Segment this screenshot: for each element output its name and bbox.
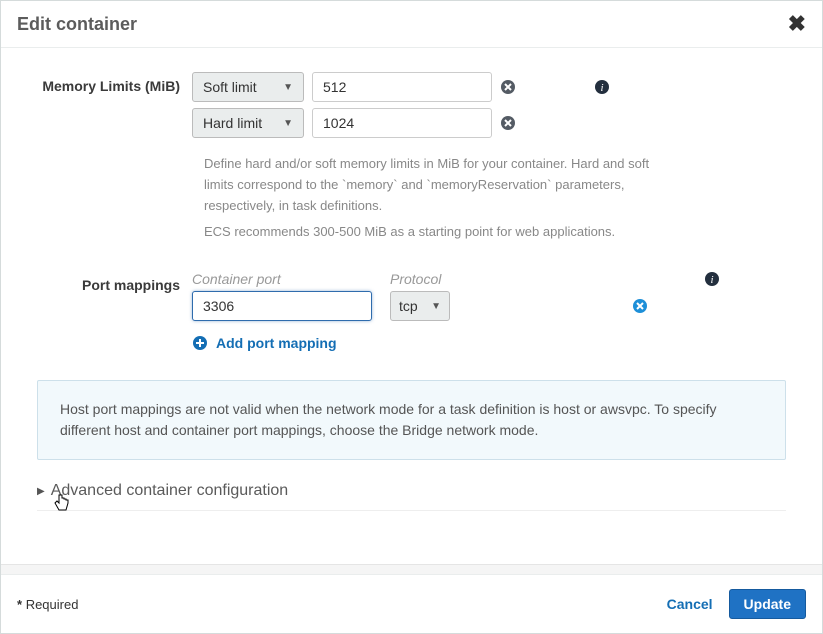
required-note: * Required [17, 597, 78, 612]
advanced-config-section[interactable]: ▶ Advanced container configuration [37, 478, 786, 511]
svg-text:i: i [600, 82, 603, 94]
memory-help-text: Define hard and/or soft memory limits in… [204, 154, 674, 243]
chevron-right-icon: ▶ [37, 486, 45, 497]
modal-footer: * Required Cancel Update [1, 574, 822, 633]
soft-limit-select-label: Soft limit [203, 79, 257, 95]
port-mappings-row: Port mappings Container port Protocol i … [37, 271, 786, 354]
caret-down-icon: ▼ [431, 301, 441, 312]
horizontal-scrollbar[interactable] [1, 564, 822, 574]
protocol-header: Protocol [390, 271, 450, 287]
cancel-button[interactable]: Cancel [667, 596, 713, 612]
add-port-mapping-link[interactable]: Add port mapping [192, 335, 337, 351]
hard-limit-select-label: Hard limit [203, 115, 262, 131]
port-mappings-content: Container port Protocol i tcp ▼ [192, 271, 786, 354]
remove-soft-icon[interactable] [500, 79, 516, 95]
soft-limit-select[interactable]: Soft limit ▼ [192, 72, 304, 102]
modal-header: Edit container ✖ [1, 1, 822, 48]
network-mode-info: Host port mappings are not valid when th… [37, 380, 786, 460]
hard-limit-controls: Hard limit ▼ [192, 108, 786, 138]
required-label: Required [26, 597, 79, 612]
protocol-select[interactable]: tcp ▼ [390, 291, 450, 321]
advanced-config-label: Advanced container configuration [51, 482, 289, 500]
modal-title: Edit container [17, 14, 137, 35]
hard-limit-input[interactable] [312, 108, 492, 138]
network-mode-info-text: Host port mappings are not valid when th… [60, 401, 717, 438]
close-icon[interactable]: ✖ [788, 11, 806, 37]
memory-help-line2: ECS recommends 300-500 MiB as a starting… [204, 222, 674, 243]
svg-text:i: i [710, 274, 713, 286]
protocol-select-label: tcp [399, 298, 418, 314]
memory-help-icon[interactable]: i [594, 79, 610, 95]
soft-limit-controls: Soft limit ▼ i [192, 72, 786, 102]
container-port-input[interactable] [192, 291, 372, 321]
caret-down-icon: ▼ [283, 82, 293, 93]
port-row: tcp ▼ [192, 291, 786, 321]
remove-port-icon[interactable] [632, 298, 648, 314]
modal-body: Memory Limits (MiB) Soft limit ▼ i [1, 48, 822, 564]
update-button[interactable]: Update [729, 589, 806, 619]
footer-actions: Cancel Update [667, 589, 806, 619]
container-port-header: Container port [192, 271, 372, 287]
caret-down-icon: ▼ [283, 118, 293, 129]
edit-container-modal: Edit container ✖ Memory Limits (MiB) Sof… [0, 0, 823, 634]
port-column-headers: Container port Protocol i [192, 271, 786, 287]
memory-help-line1: Define hard and/or soft memory limits in… [204, 154, 674, 216]
memory-limits-content: Soft limit ▼ i Hard limit ▼ [192, 72, 786, 144]
plus-circle-icon [192, 335, 208, 351]
port-mappings-label: Port mappings [37, 271, 192, 293]
remove-hard-icon[interactable] [500, 115, 516, 131]
memory-limits-row: Memory Limits (MiB) Soft limit ▼ i [37, 72, 786, 144]
add-port-mapping-label: Add port mapping [216, 335, 337, 351]
soft-limit-input[interactable] [312, 72, 492, 102]
memory-limits-label: Memory Limits (MiB) [37, 72, 192, 94]
ports-help-icon[interactable]: i [704, 271, 720, 287]
hard-limit-select[interactable]: Hard limit ▼ [192, 108, 304, 138]
